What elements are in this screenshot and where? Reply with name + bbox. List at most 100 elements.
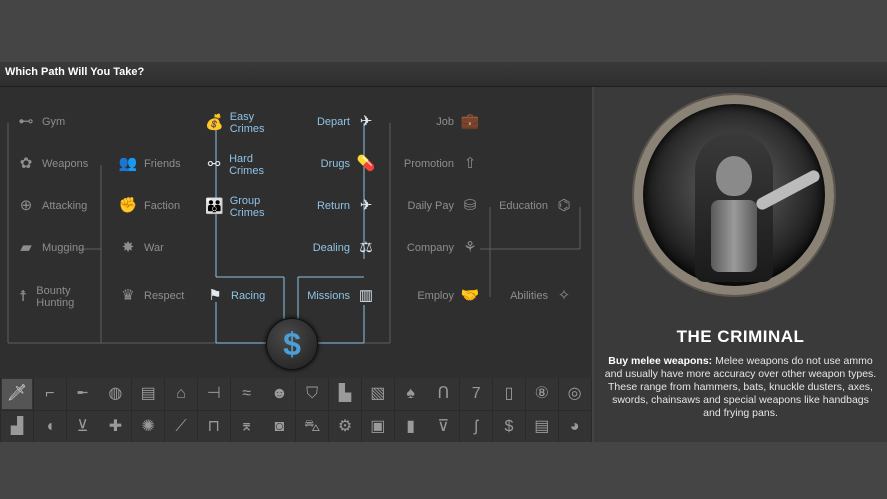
- node-attacking[interactable]: ⊕ Attacking: [16, 198, 88, 213]
- grenade-icon[interactable]: ◍: [99, 378, 132, 410]
- person-icon[interactable]: ☻: [263, 378, 296, 410]
- role-description: Buy melee weapons: Melee weapons do not …: [602, 355, 879, 420]
- node-label: Education: [499, 200, 548, 212]
- node-label: Drugs: [320, 158, 350, 170]
- seven-icon[interactable]: 7: [460, 378, 493, 410]
- node-missions[interactable]: ▥ Missions: [296, 287, 376, 304]
- gear-icon[interactable]: ⚙: [329, 411, 361, 443]
- node-label: Friends: [144, 158, 181, 170]
- map-icon: ▥: [358, 287, 374, 304]
- medkit-icon[interactable]: ✚: [99, 411, 132, 443]
- checkered-flag-icon: ⚑: [208, 287, 222, 304]
- knife-icon[interactable]: 🗡: [1, 378, 33, 410]
- node-label: Mugging: [42, 242, 85, 254]
- node-education[interactable]: ⌬ Education: [490, 197, 574, 214]
- coin-icon[interactable]: $: [493, 411, 525, 443]
- node-label: Respect: [144, 290, 185, 302]
- cart-icon[interactable]: ⊻: [66, 411, 99, 443]
- node-war[interactable]: ✸ War: [118, 239, 164, 256]
- node-label: Group Crimes: [229, 195, 265, 219]
- fist-icon: ✊: [118, 197, 138, 214]
- node-hard-crimes[interactable]: ⚯ Hard Crimes: [205, 153, 285, 177]
- node-label: War: [144, 242, 164, 254]
- node-employ[interactable]: 🤝 Employ: [390, 288, 480, 303]
- node-label: Employ: [417, 290, 454, 302]
- torso-shape: [711, 200, 757, 272]
- crown-icon: ♛: [121, 287, 135, 304]
- wallet-icon: ▰: [20, 239, 32, 256]
- node-label: Racing: [231, 290, 266, 302]
- candy-cane-icon[interactable]: ʃ: [460, 411, 493, 443]
- graduation-cap-icon[interactable]: ⌆: [230, 411, 263, 443]
- swimmer-icon[interactable]: ≈: [230, 378, 263, 410]
- pill-capsule-icon: ⌬: [557, 197, 571, 214]
- node-company[interactable]: ⚘ Company: [390, 240, 480, 255]
- trash-icon[interactable]: ▯: [493, 378, 525, 410]
- node-bounty-hunting[interactable]: ☨ Bounty Hunting: [16, 285, 90, 309]
- car-icon[interactable]: ⛍: [296, 411, 329, 443]
- node-daily-pay[interactable]: ⛁ Daily Pay: [390, 197, 480, 214]
- virus-icon[interactable]: ✺: [132, 411, 165, 443]
- cards-icon[interactable]: ▧: [361, 378, 394, 410]
- bottom-bar: [0, 442, 887, 499]
- node-weapons[interactable]: ✿ Weapons: [16, 156, 89, 171]
- lock-open-icon[interactable]: ⊓: [197, 411, 230, 443]
- briefcase-icon: 💼: [460, 113, 480, 130]
- signpost-icon[interactable]: ⊣: [197, 378, 230, 410]
- coins-icon: ⛁: [463, 197, 477, 214]
- node-racing[interactable]: ⚑ Racing: [205, 287, 266, 304]
- node-group-crimes[interactable]: 👪 Group Crimes: [205, 195, 285, 219]
- camera-icon[interactable]: ◙: [263, 411, 296, 443]
- dollar-icon[interactable]: $: [266, 318, 318, 370]
- people-icon: 👥: [118, 155, 138, 172]
- node-return[interactable]: ✈ Return: [300, 198, 376, 213]
- page-title: Which Path Will You Take?: [5, 66, 145, 78]
- chart-icon[interactable]: ▟: [1, 411, 33, 443]
- explosion-icon: ✸: [121, 239, 135, 256]
- money-bag-icon: 💰: [205, 114, 224, 131]
- node-label: Missions: [307, 290, 350, 302]
- ball-8-icon[interactable]: ⑧: [525, 378, 558, 410]
- shield-icon[interactable]: ⛉: [296, 378, 329, 410]
- criminal-portrait: [634, 95, 834, 295]
- node-label: Hard Crimes: [229, 153, 264, 177]
- node-label: Easy Crimes: [229, 111, 265, 135]
- palette-icon[interactable]: ◕: [558, 411, 591, 443]
- pistol-icon[interactable]: ⌐: [33, 378, 66, 410]
- document-icon[interactable]: ▤: [525, 411, 558, 443]
- node-dealing[interactable]: ⚖ Dealing: [300, 239, 376, 256]
- node-promotion[interactable]: ⇧ Promotion: [390, 156, 480, 171]
- house-icon[interactable]: ⌂: [165, 378, 197, 410]
- syringe-icon[interactable]: ⟋: [165, 411, 197, 443]
- suitcase-icon[interactable]: ▣: [361, 411, 394, 443]
- scales-icon: ⚖: [359, 239, 373, 256]
- node-easy-crimes[interactable]: 💰 Easy Crimes: [205, 111, 285, 135]
- node-respect[interactable]: ♛ Respect: [118, 287, 185, 304]
- node-mugging[interactable]: ▰ Mugging: [16, 239, 85, 256]
- node-abilities[interactable]: ✧ Abilities: [490, 288, 574, 303]
- node-label: Daily Pay: [407, 200, 454, 212]
- node-job[interactable]: 💼 Job: [390, 113, 480, 130]
- node-label: Dealing: [312, 242, 350, 254]
- node-label: Abilities: [510, 290, 548, 302]
- glass-icon[interactable]: ⊽: [427, 411, 460, 443]
- node-depart[interactable]: ✈ Depart: [300, 114, 376, 129]
- node-friends[interactable]: 👥 Friends: [118, 155, 181, 172]
- node-label: Return: [316, 200, 350, 212]
- role-panel: THE CRIMINAL Buy melee weapons: Melee we…: [594, 87, 887, 442]
- factory-icon[interactable]: ▙: [329, 378, 361, 410]
- horseshoe-icon[interactable]: Ո: [427, 378, 460, 410]
- node-faction[interactable]: ✊ Faction: [118, 197, 181, 214]
- node-drugs[interactable]: 💊 Drugs: [300, 156, 376, 171]
- dumbbell-icon: ⊷: [18, 113, 34, 130]
- bottle-icon[interactable]: ▮: [394, 411, 427, 443]
- gunman-icon: ☨: [19, 288, 28, 305]
- node-label: Faction: [144, 200, 181, 212]
- node-gym[interactable]: ⊷ Gym: [16, 113, 66, 130]
- spade-icon[interactable]: ♠: [394, 378, 427, 410]
- pig-icon[interactable]: ◖: [33, 411, 66, 443]
- rifle-icon[interactable]: ╾: [66, 378, 99, 410]
- id-card-icon[interactable]: ▤: [132, 378, 165, 410]
- group-icon: 👪: [205, 198, 224, 215]
- chip-icon[interactable]: ◎: [558, 378, 591, 410]
